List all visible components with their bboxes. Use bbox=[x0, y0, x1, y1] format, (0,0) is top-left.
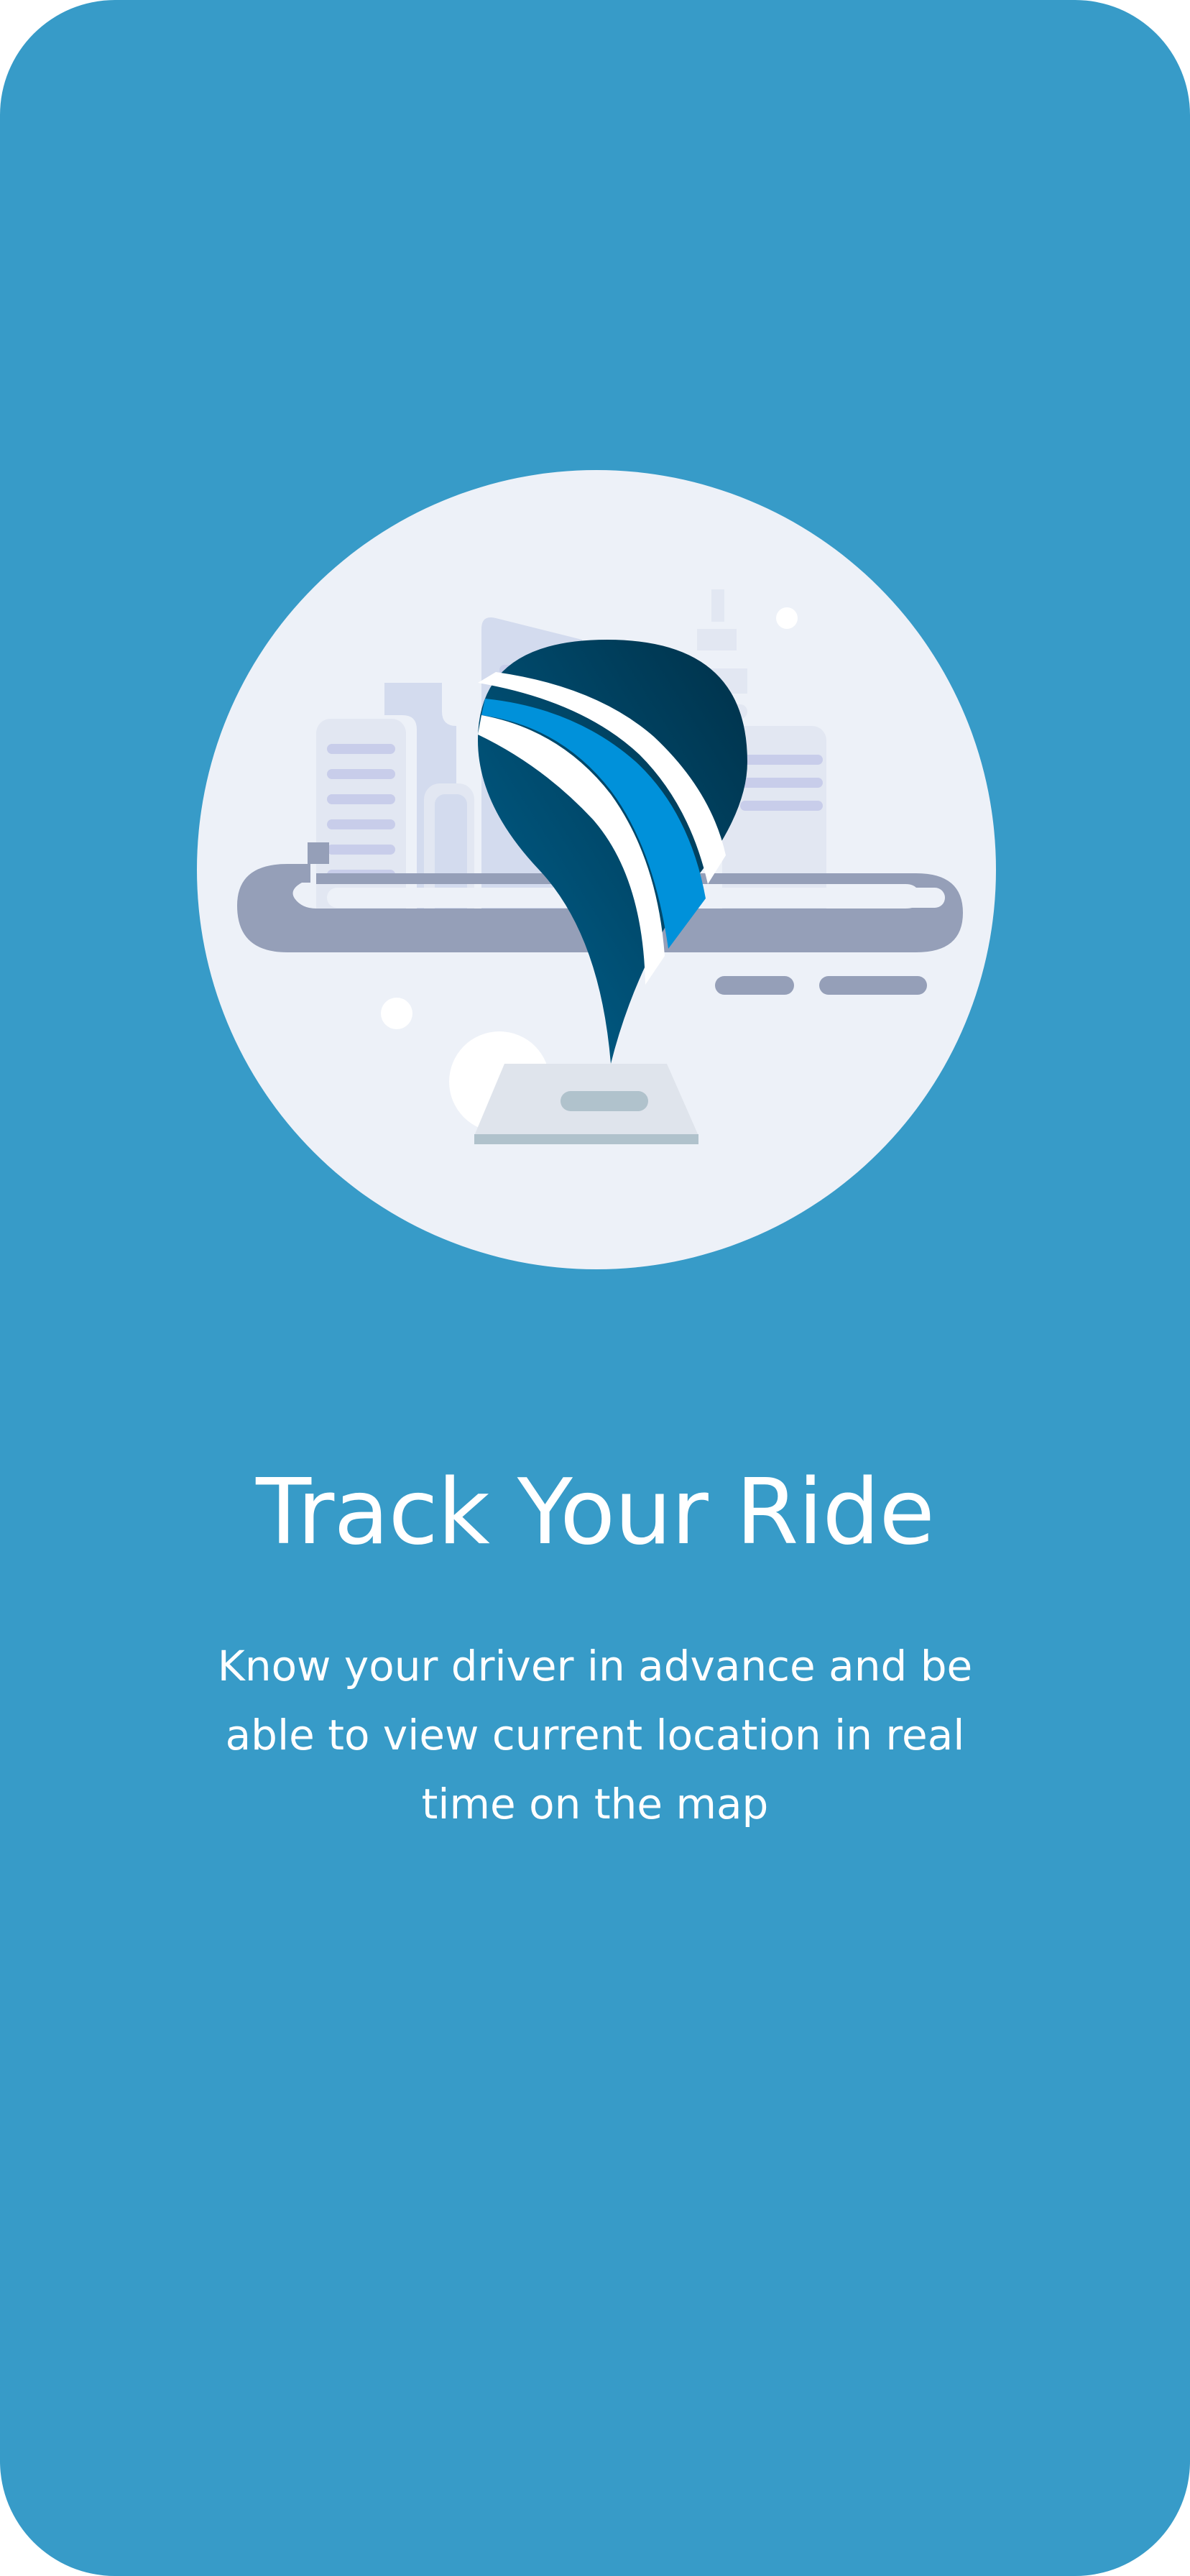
page-title: Track Your Ride bbox=[256, 1459, 935, 1565]
page-description: Know your driver in advance and be able … bbox=[217, 1642, 973, 1828]
onboarding-screen: Track Your Ride Know your driver in adva… bbox=[0, 0, 1190, 2576]
map-pin-city-icon bbox=[194, 467, 999, 1272]
